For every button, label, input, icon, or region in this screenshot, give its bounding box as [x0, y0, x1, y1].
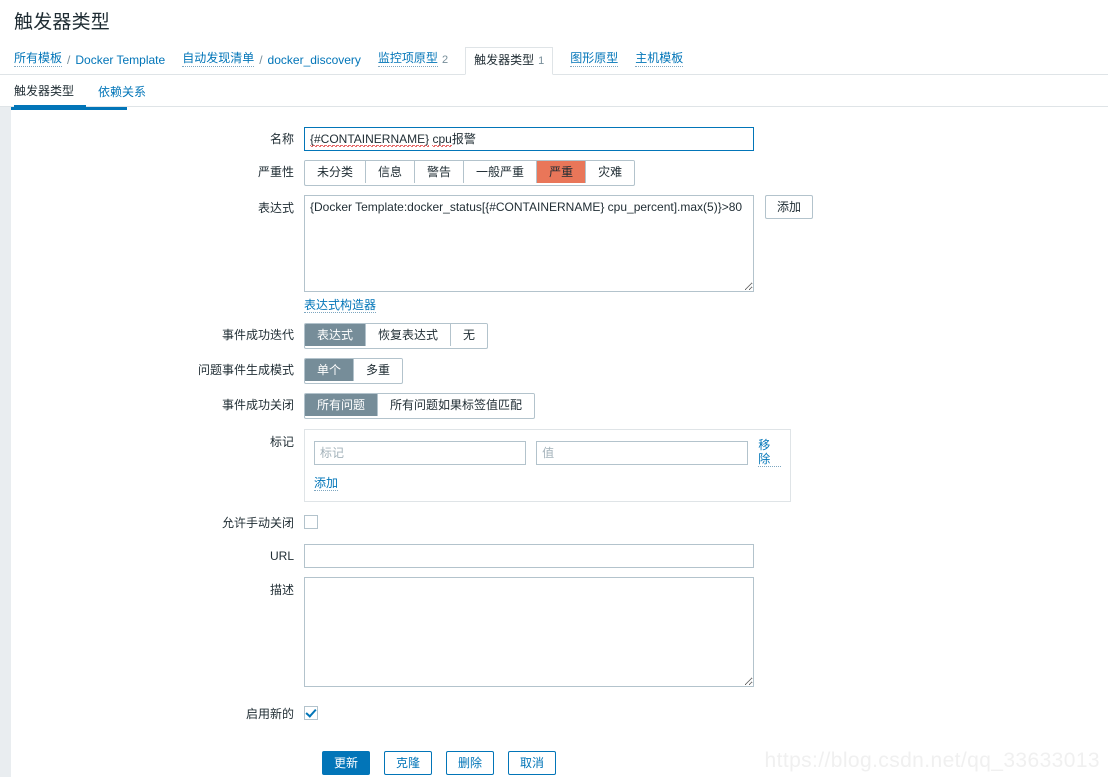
field-problem-event-generation: 单个 多重: [304, 358, 1108, 384]
problem-event-generation-group: 单个 多重: [304, 358, 404, 384]
row-problem-event-generation: 问题事件生成模式 单个 多重: [11, 358, 1108, 384]
severity-option-warning[interactable]: 警告: [414, 161, 464, 183]
content-area: 名称 {#CONTAINERNAME} cpu报警 严重性 未分类 信息 警告 …: [0, 107, 1108, 777]
row-tags: 标记 移除 添加: [11, 429, 1108, 502]
row-enabled: 启用新的: [11, 702, 1108, 726]
tag-row: 移除: [314, 438, 781, 467]
field-ok-event-generation: 表达式 恢复表达式 无: [304, 323, 1108, 349]
breadcrumb-separator-1: /: [67, 53, 71, 67]
breadcrumb-count-trigger-prototypes: 1: [538, 55, 545, 67]
expression-input-row: 添加: [304, 195, 1108, 292]
name-value-suffix: 报警: [451, 132, 476, 146]
field-url: [304, 544, 1108, 568]
field-name: {#CONTAINERNAME} cpu报警: [304, 127, 1108, 151]
label-enabled: 启用新的: [245, 707, 294, 721]
label-problem-event-generation: 问题事件生成模式: [197, 363, 294, 377]
row-name: 名称 {#CONTAINERNAME} cpu报警: [11, 127, 1108, 151]
severity-button-group: 未分类 信息 警告 一般严重 严重 灾难: [304, 160, 636, 186]
tag-add-link[interactable]: 添加: [314, 476, 339, 491]
label-ok-event-closes: 事件成功关闭: [221, 398, 294, 412]
ok-event-option-expression[interactable]: 表达式: [305, 324, 366, 346]
url-input[interactable]: [304, 544, 754, 568]
field-tags: 移除 添加: [304, 429, 1108, 502]
ok-event-option-none[interactable]: 无: [450, 324, 488, 346]
problem-event-option-multiple[interactable]: 多重: [353, 359, 403, 381]
field-description: [304, 577, 1108, 690]
label-name: 名称: [269, 132, 294, 146]
trigger-form-panel: 名称 {#CONTAINERNAME} cpu报警 严重性 未分类 信息 警告 …: [11, 107, 1108, 777]
tab-dependencies[interactable]: 依赖关系: [86, 85, 158, 107]
enabled-checkbox[interactable]: [304, 706, 318, 720]
cancel-button[interactable]: 取消: [508, 751, 557, 775]
tags-add-row: 添加: [314, 476, 781, 491]
delete-button[interactable]: 删除: [446, 751, 495, 775]
row-ok-event-closes: 事件成功关闭 所有问题 所有问题如果标签值匹配: [11, 393, 1108, 419]
field-severity: 未分类 信息 警告 一般严重 严重 灾难: [304, 160, 1108, 186]
row-ok-event-generation: 事件成功迭代 表达式 恢复表达式 无: [11, 323, 1108, 349]
breadcrumb-bar: 所有模板 / Docker Template 自动发现清单 / docker_d…: [0, 44, 1108, 75]
severity-option-high[interactable]: 严重: [536, 161, 586, 183]
ok-event-generation-group: 表达式 恢复表达式 无: [304, 323, 489, 349]
field-enabled: [304, 702, 1108, 720]
panel-accent-bar: [11, 107, 127, 110]
ok-event-closes-group: 所有问题 所有问题如果标签值匹配: [304, 393, 536, 419]
tab-bar: 触发器类型 依赖关系: [0, 75, 1108, 108]
clone-button[interactable]: 克隆: [384, 751, 433, 775]
name-value-spell: cpu: [432, 132, 452, 147]
expression-textarea[interactable]: [304, 195, 754, 292]
breadcrumb-item-docker-discovery[interactable]: docker_discovery: [268, 53, 361, 67]
label-expression: 表达式: [257, 201, 294, 215]
breadcrumb: 所有模板 / Docker Template 自动发现清单 / docker_d…: [14, 47, 684, 75]
expression-constructor-link[interactable]: 表达式构造器: [304, 298, 377, 313]
severity-option-not-classified[interactable]: 未分类: [305, 161, 366, 183]
name-input[interactable]: {#CONTAINERNAME} cpu报警: [304, 127, 754, 151]
expression-constructor-row: 表达式构造器: [304, 292, 1108, 313]
row-description: 描述: [11, 577, 1108, 690]
description-textarea[interactable]: [304, 577, 754, 687]
breadcrumb-item-docker-template[interactable]: Docker Template: [75, 53, 165, 67]
tag-remove-link[interactable]: 移除: [758, 438, 781, 467]
breadcrumb-item-all-templates[interactable]: 所有模板: [14, 51, 63, 67]
row-severity: 严重性 未分类 信息 警告 一般严重 严重 灾难: [11, 160, 1108, 186]
severity-option-information[interactable]: 信息: [365, 161, 415, 183]
label-ok-event-generation: 事件成功迭代: [221, 328, 294, 342]
label-severity: 严重性: [257, 165, 294, 179]
watermark-text: https://blog.csdn.net/qq_33633013: [764, 749, 1100, 772]
problem-event-option-single[interactable]: 单个: [305, 359, 354, 381]
name-value-prefix: {#CONTAINERNAME}: [310, 132, 430, 147]
breadcrumb-item-host-prototypes[interactable]: 主机模板: [635, 51, 684, 67]
breadcrumb-item-item-prototypes[interactable]: 监控项原型: [377, 51, 438, 67]
severity-option-disaster[interactable]: 灾难: [585, 161, 635, 183]
label-url: URL: [269, 549, 294, 563]
label-allow-manual-close: 允许手动关闭: [221, 516, 294, 530]
breadcrumb-count-item-prototypes: 2: [441, 54, 449, 66]
breadcrumb-item-graph-prototypes[interactable]: 图形原型: [570, 51, 619, 67]
allow-manual-close-checkbox[interactable]: [304, 515, 318, 529]
field-allow-manual-close: [304, 511, 1108, 529]
breadcrumb-item-discovery-list[interactable]: 自动发现清单: [182, 51, 255, 67]
severity-option-average[interactable]: 一般严重: [463, 161, 537, 183]
row-expression: 表达式 添加 表达式构造器: [11, 195, 1108, 313]
breadcrumb-selected-label: 触发器类型: [474, 53, 535, 67]
field-ok-event-closes: 所有问题 所有问题如果标签值匹配: [304, 393, 1108, 419]
label-description: 描述: [269, 583, 294, 597]
tags-container: 移除 添加: [304, 429, 791, 502]
ok-event-closes-option-tag-match[interactable]: 所有问题如果标签值匹配: [377, 394, 535, 416]
field-expression: 添加 表达式构造器: [304, 195, 1108, 313]
page-title: 触发器类型: [14, 12, 111, 33]
row-allow-manual-close: 允许手动关闭: [11, 511, 1108, 535]
label-tags: 标记: [269, 435, 294, 449]
tag-name-input[interactable]: [314, 440, 527, 465]
expression-add-button[interactable]: 添加: [765, 195, 814, 219]
breadcrumb-item-trigger-prototypes[interactable]: 触发器类型 1: [465, 47, 554, 75]
ok-event-option-recovery-expression[interactable]: 恢复表达式: [365, 324, 451, 346]
breadcrumb-separator-2: /: [259, 53, 263, 67]
row-url: URL: [11, 544, 1108, 568]
tag-value-input[interactable]: [536, 440, 749, 465]
update-button[interactable]: 更新: [322, 751, 371, 775]
tab-trigger-prototype[interactable]: 触发器类型: [14, 84, 87, 108]
ok-event-closes-option-all-problems[interactable]: 所有问题: [305, 394, 378, 416]
